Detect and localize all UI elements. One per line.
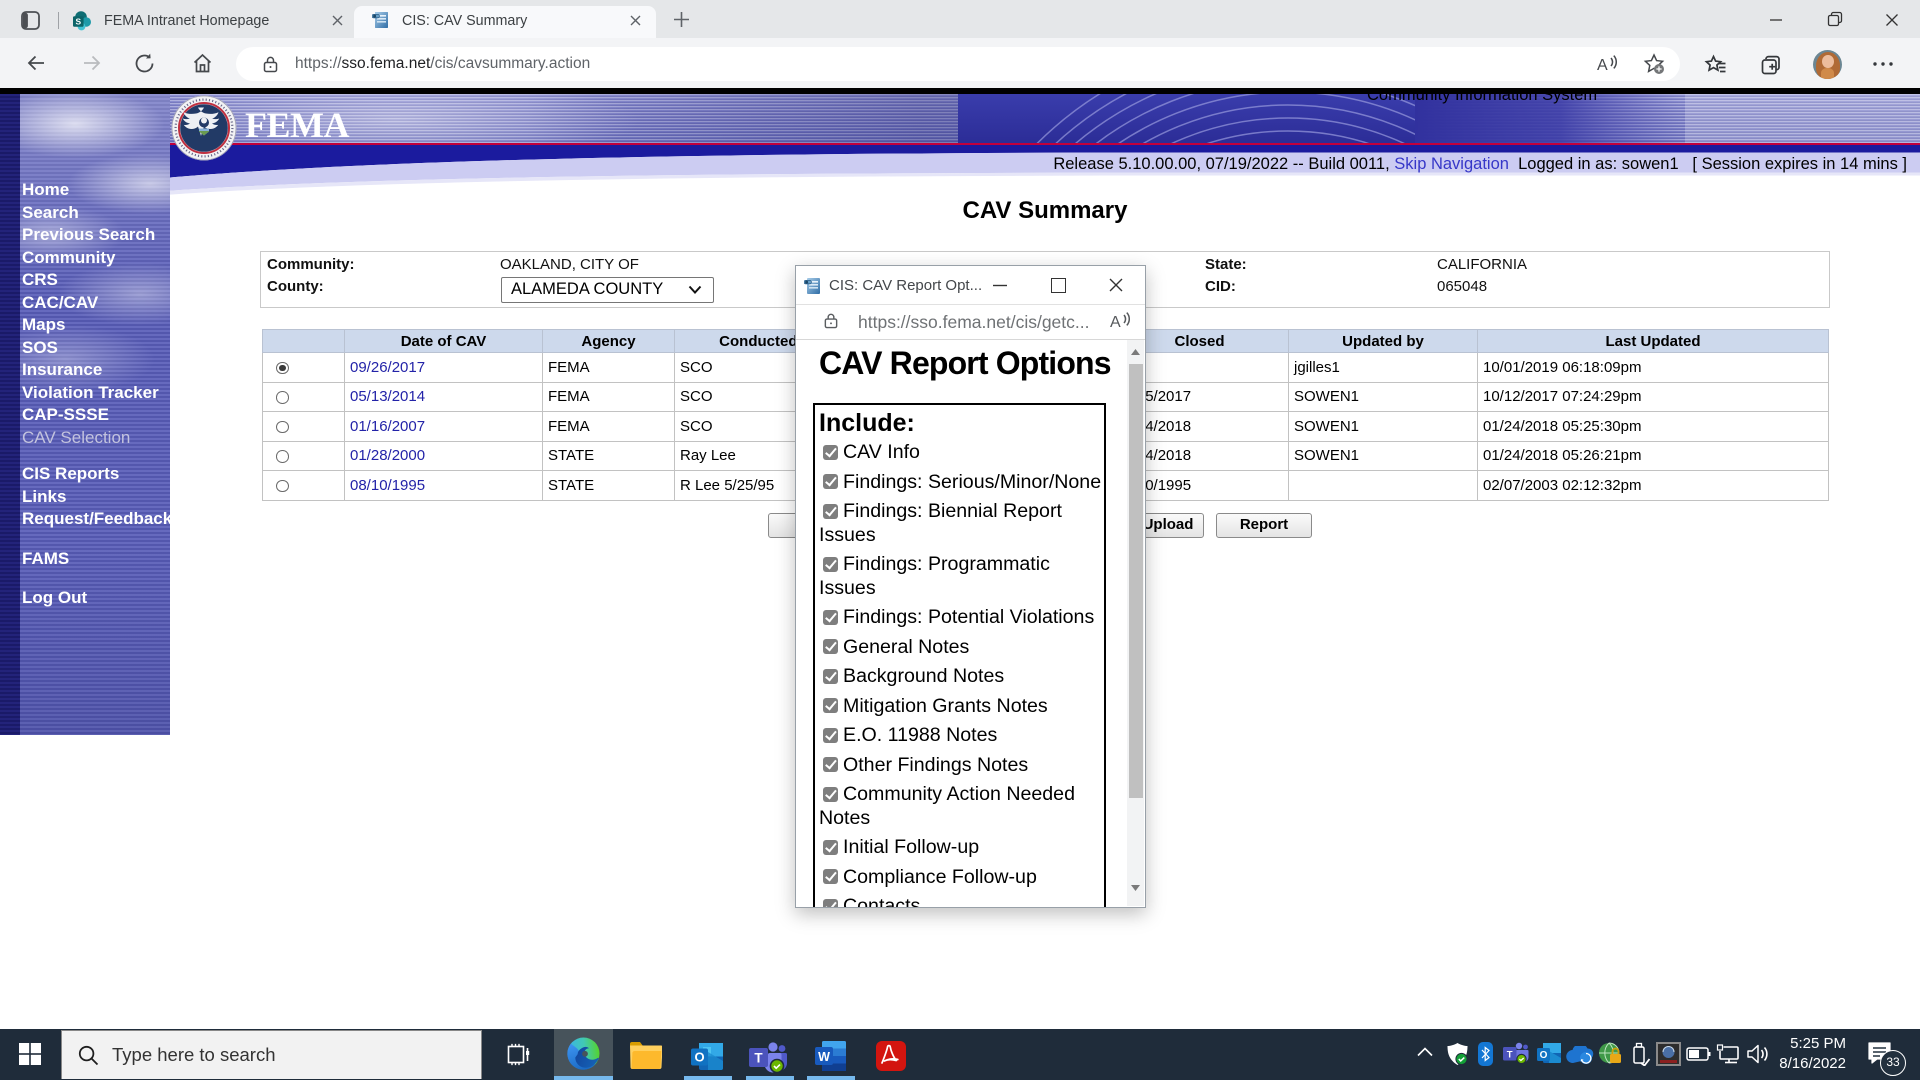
svg-text:W: W <box>818 1050 830 1064</box>
svg-text:S: S <box>76 16 82 26</box>
svg-text:A: A <box>1597 57 1608 74</box>
svg-text:O: O <box>694 1050 704 1065</box>
svg-text:T: T <box>754 1051 763 1066</box>
svg-text:T: T <box>1507 1050 1513 1061</box>
svg-text:A: A <box>1110 314 1121 331</box>
svg-text:O: O <box>1540 1050 1548 1061</box>
